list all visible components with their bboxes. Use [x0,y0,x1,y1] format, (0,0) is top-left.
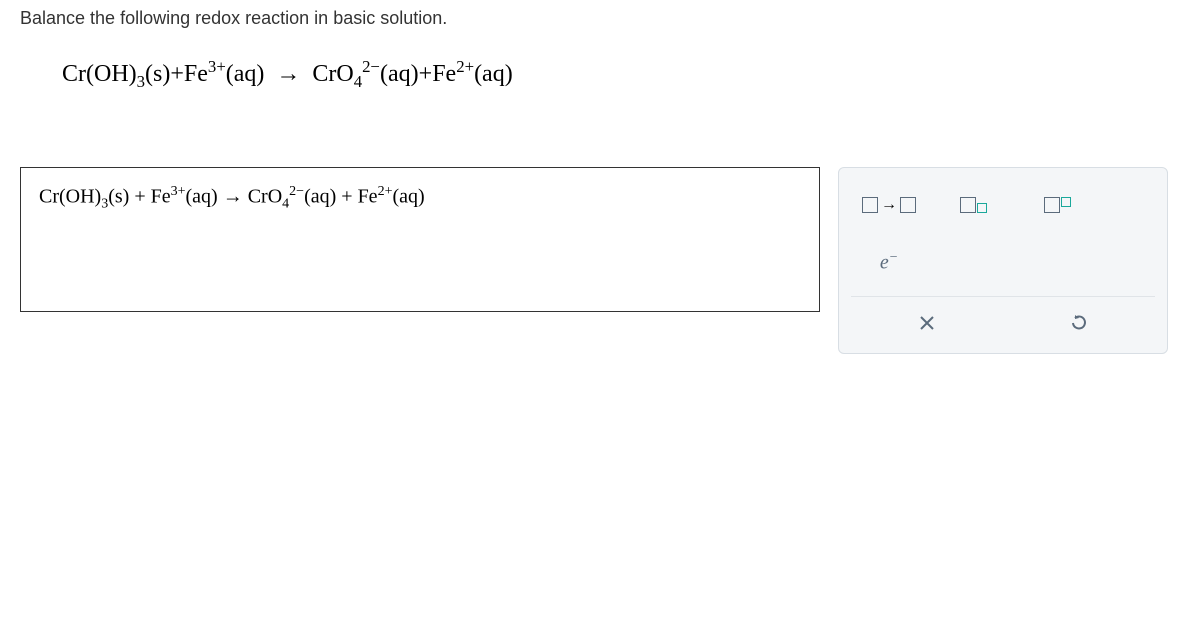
equation-display: Cr(OH)3(s)+Fe3+(aq) → CrO42−(aq)+Fe2+(aq… [62,57,1180,92]
close-icon [918,314,936,332]
answer-input-box[interactable]: Cr(OH)3(s) + Fe3+(aq) → CrO42−(aq) + Fe2… [20,167,820,312]
undo-icon [1069,313,1089,333]
clear-button[interactable] [907,305,947,341]
reset-button[interactable] [1059,305,1099,341]
electron-button[interactable]: e− [861,243,917,283]
answer-equation: Cr(OH)3(s) + Fe3+(aq) → CrO42−(aq) + Fe2… [39,184,801,213]
yields-arrow-button[interactable]: → [861,185,917,225]
question-prompt: Balance the following redox reaction in … [20,8,1180,29]
superscript-button[interactable] [1029,185,1085,225]
subscript-button[interactable] [945,185,1001,225]
tool-panel: → e− [838,167,1168,354]
